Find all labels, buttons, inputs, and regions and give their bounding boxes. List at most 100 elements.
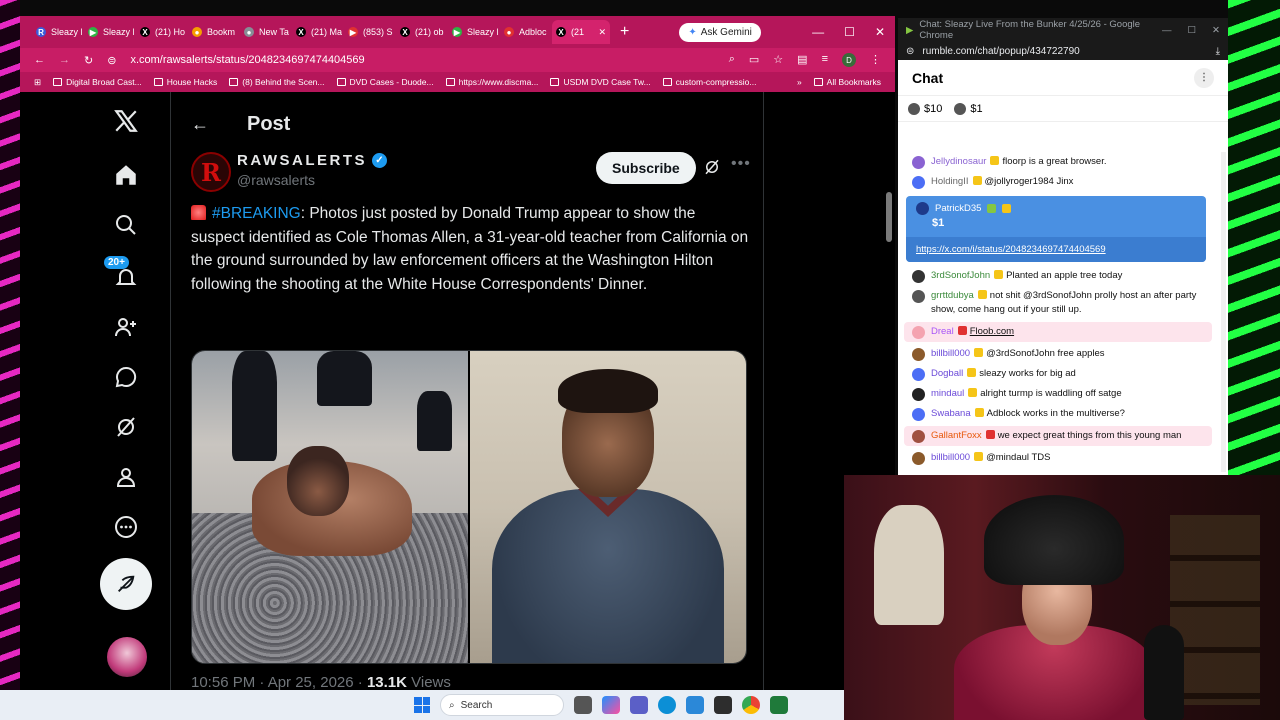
chat-link[interactable]: https://x.com/i/status/20482346974744045… [906, 237, 1206, 262]
author-handle[interactable]: @rawsalerts [237, 172, 387, 188]
download-icon[interactable]: ⤓ [1216, 46, 1220, 57]
browser-tab[interactable]: ▶ (853) S [344, 20, 394, 44]
chat-username[interactable]: GallantFoxx [931, 430, 982, 441]
chat-menu-icon[interactable]: ⋮ [1194, 67, 1214, 88]
photo-arrest[interactable] [192, 351, 468, 663]
chrome-icon[interactable] [742, 696, 760, 714]
compose-post-button[interactable] [100, 558, 152, 610]
bookmark-item[interactable]: DVD Cases - Duode... [336, 77, 434, 87]
tip-item[interactable]: $1 [954, 102, 983, 115]
store-icon[interactable] [686, 696, 704, 714]
subscribe-button[interactable]: Subscribe [596, 152, 696, 184]
chat-username[interactable]: Dreal [931, 326, 954, 337]
post-timestamp[interactable]: 10:56 PM · Apr 25, 2026 · [191, 674, 367, 690]
avatar[interactable] [912, 270, 925, 283]
chat-username[interactable]: mindaul [931, 388, 964, 399]
account-avatar[interactable] [107, 637, 147, 677]
browser-tab[interactable]: ▶ Sleazy L [84, 20, 134, 44]
avatar[interactable] [912, 430, 925, 443]
profile-icon[interactable] [111, 462, 141, 492]
minimize-icon[interactable]: — [1162, 25, 1172, 36]
maximize-icon[interactable]: ☐ [844, 25, 855, 39]
post-author[interactable]: R RAWSALERTS ✓ @rawsalerts [191, 152, 387, 192]
chat-text[interactable]: Floob.com [970, 326, 1014, 337]
search-icon[interactable] [111, 210, 141, 240]
browser-tab[interactable]: X (21) Ma [292, 20, 342, 44]
avatar[interactable] [912, 156, 925, 169]
grok-icon[interactable] [111, 412, 141, 442]
taskbar-search[interactable]: ⌕ Search [440, 694, 564, 716]
site-info-icon[interactable]: ⊜ [906, 46, 914, 57]
bookmark-item[interactable]: Digital Broad Cast... [53, 77, 142, 87]
site-info-icon[interactable]: ⊜ [107, 54, 116, 67]
bookmark-item[interactable]: USDM DVD Case Tw... [550, 77, 651, 87]
all-bookmarks[interactable]: All Bookmarks [813, 77, 881, 87]
terminal-icon[interactable] [714, 696, 732, 714]
chat-username[interactable]: HoldingII [931, 176, 969, 187]
chat-username[interactable]: PatrickD35 [935, 203, 981, 214]
messages-icon[interactable] [111, 362, 141, 392]
app-icon[interactable] [770, 696, 788, 714]
apps-icon[interactable]: ⊞ [34, 77, 41, 88]
browser-tab[interactable]: ● Bookm [188, 20, 238, 44]
chat-username[interactable]: billbill000 [931, 348, 970, 359]
hashtag-link[interactable]: #BREAKING [212, 205, 301, 222]
avatar[interactable] [912, 452, 925, 465]
browser-tab[interactable]: ● New Ta [240, 20, 290, 44]
back-arrow-icon[interactable]: ← [191, 114, 209, 135]
extensions-icon[interactable]: ≡ [822, 53, 828, 67]
url-field[interactable]: x.com/rawsalerts/status/2048234697474404… [130, 54, 714, 66]
chat-url[interactable]: rumble.com/chat/popup/434722790 [922, 46, 1079, 57]
copilot-icon[interactable] [602, 696, 620, 714]
chat-username[interactable]: 3rdSonofJohn [931, 270, 990, 281]
chat-username[interactable]: billbill000 [931, 452, 970, 463]
file-explorer-icon[interactable] [574, 696, 592, 714]
maximize-icon[interactable]: ☐ [1188, 25, 1197, 36]
teams-icon[interactable] [630, 696, 648, 714]
bookmarks-overflow-icon[interactable]: » [797, 77, 802, 87]
back-icon[interactable]: ← [34, 54, 45, 66]
x-logo-icon[interactable] [111, 106, 141, 136]
tweet-media[interactable] [191, 350, 747, 664]
chat-username[interactable]: grrttdubya [931, 290, 974, 301]
home-icon[interactable] [111, 160, 141, 190]
more-icon[interactable] [111, 512, 141, 542]
chat-scrollbar[interactable] [1221, 152, 1226, 472]
bookmark-item[interactable]: (8) Behind the Scen... [229, 77, 325, 87]
ask-gemini-button[interactable]: ✦ Ask Gemini [679, 22, 761, 42]
windows-start-icon[interactable] [414, 697, 430, 713]
avatar[interactable] [912, 176, 925, 189]
avatar[interactable] [912, 408, 925, 421]
bookmark-item[interactable]: House Hacks [153, 77, 217, 87]
bookmark-star-icon[interactable]: ☆ [773, 53, 783, 67]
bookmark-item[interactable]: custom-compressio... [662, 77, 756, 87]
chat-username[interactable]: Jellydinosaur [931, 156, 986, 167]
new-tab-button[interactable]: + [620, 23, 629, 41]
browser-tab[interactable]: X (21) Ho [136, 20, 186, 44]
browser-tab[interactable]: R Sleazy L [32, 20, 82, 44]
avatar[interactable] [912, 348, 925, 361]
menu-icon[interactable]: ⋮ [870, 53, 881, 67]
cast-icon[interactable]: ▭ [749, 53, 759, 67]
browser-tab[interactable]: ▶ Sleazy L [448, 20, 498, 44]
author-name[interactable]: RAWSALERTS [237, 152, 367, 169]
chat-username[interactable]: Dogball [931, 368, 963, 379]
author-avatar[interactable]: R [191, 152, 231, 192]
chat-username[interactable]: Swabana [931, 408, 971, 419]
profile-avatar[interactable]: D [842, 53, 856, 67]
sidepanel-icon[interactable]: ▤ [797, 53, 807, 67]
close-icon[interactable]: ✕ [1212, 25, 1220, 36]
edge-icon[interactable] [658, 696, 676, 714]
more-options-icon[interactable]: ••• [731, 155, 751, 173]
tab-close-icon[interactable]: ✕ [598, 27, 606, 38]
zoom-icon[interactable]: ⌕ [729, 53, 735, 67]
browser-tab[interactable]: X (21 ✕ [552, 20, 610, 44]
grok-explain-icon[interactable] [703, 158, 721, 181]
follow-icon[interactable] [111, 312, 141, 342]
avatar[interactable] [912, 326, 925, 339]
close-icon[interactable]: ✕ [875, 25, 885, 39]
reload-icon[interactable]: ↻ [84, 54, 93, 67]
tip-item[interactable]: $10 [908, 102, 942, 115]
browser-tab[interactable]: X (21) ob [396, 20, 446, 44]
avatar[interactable] [912, 388, 925, 401]
